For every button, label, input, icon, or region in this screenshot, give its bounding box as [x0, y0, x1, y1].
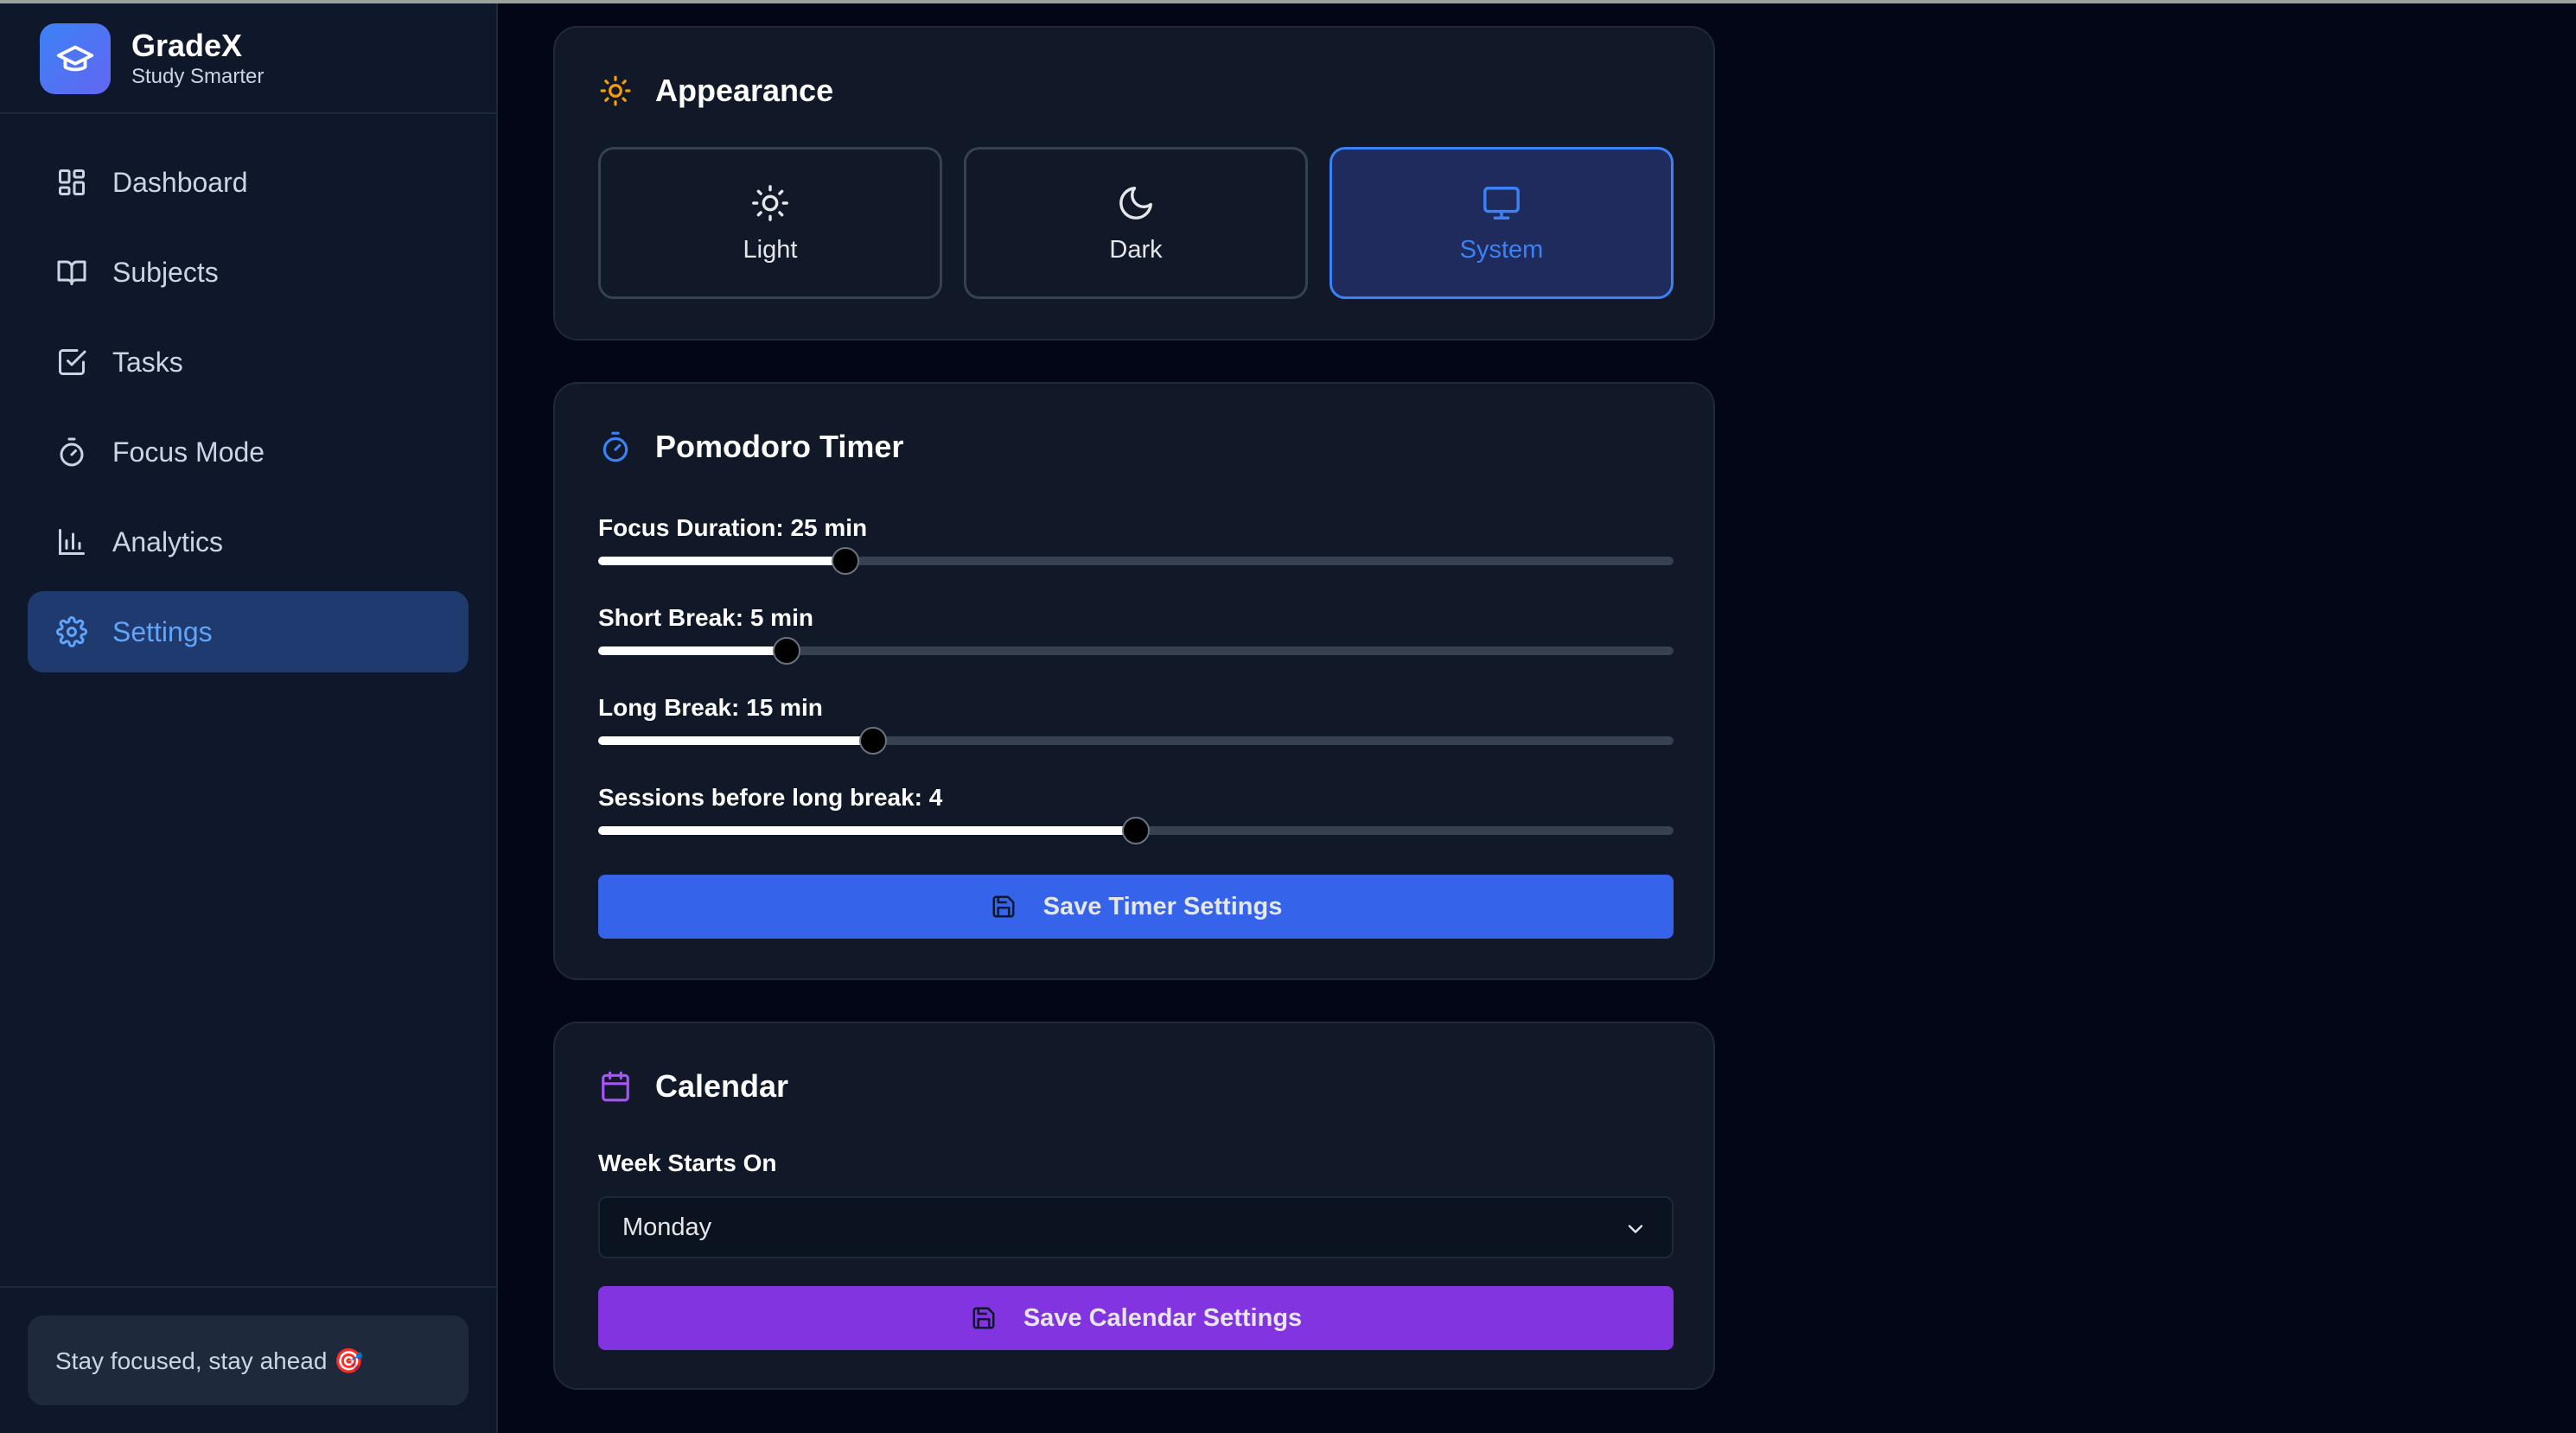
- appearance-card: Appearance Light Dark System: [553, 26, 1715, 341]
- sidebar-item-label: Subjects: [112, 256, 219, 288]
- calendar-card: Calendar Week Starts On Monday Save Cale…: [553, 1022, 1715, 1390]
- theme-label: Dark: [1109, 235, 1163, 264]
- save-icon: [970, 1304, 998, 1332]
- slider-thumb[interactable]: [772, 637, 800, 665]
- sidebar-item-label: Analytics: [112, 525, 224, 557]
- long-break-slider[interactable]: [598, 727, 1674, 755]
- graduation-cap-icon: [40, 23, 111, 94]
- sidebar-item-label: Dashboard: [112, 166, 248, 198]
- slider-thumb[interactable]: [859, 727, 888, 755]
- theme-light-button[interactable]: Light: [598, 147, 942, 299]
- card-title: Pomodoro Timer: [655, 429, 904, 464]
- theme-system-button[interactable]: System: [1329, 147, 1674, 299]
- button-label: Save Timer Settings: [1043, 892, 1283, 920]
- sidebar-nav: Dashboard Subjects Tasks Focus Mode Anal…: [28, 142, 469, 681]
- sessions-slider[interactable]: [598, 817, 1674, 844]
- slider-thumb[interactable]: [1122, 817, 1150, 844]
- sidebar: GradeX Study Smarter Dashboard Subjects: [0, 3, 498, 1433]
- sidebar-item-label: Focus Mode: [112, 436, 265, 468]
- card-title: Appearance: [655, 73, 834, 108]
- divider: [0, 112, 496, 114]
- app-name: GradeX: [131, 28, 243, 63]
- moon-icon: [1115, 182, 1157, 224]
- slider-fill: [598, 646, 787, 655]
- sessions-slider-group: Sessions before long break: 4: [598, 783, 1674, 844]
- book-icon: [55, 256, 88, 289]
- pomodoro-card: Pomodoro Timer Focus Duration: 25 min Sh…: [553, 382, 1715, 980]
- theme-dark-button[interactable]: Dark: [964, 147, 1308, 299]
- chevron-down-icon: [1628, 1225, 1643, 1233]
- slider-thumb[interactable]: [832, 547, 860, 575]
- week-starts-label: Week Starts On: [598, 1150, 777, 1176]
- slider-label: Short Break: 5 min: [598, 604, 813, 631]
- focus-duration-slider-group: Focus Duration: 25 min: [598, 513, 1674, 575]
- slider-label: Focus Duration: 25 min: [598, 514, 868, 541]
- gear-icon: [55, 615, 88, 648]
- sidebar-item-tasks[interactable]: Tasks: [28, 322, 469, 403]
- card-title: Calendar: [655, 1068, 789, 1104]
- brand[interactable]: GradeX Study Smarter: [40, 22, 264, 95]
- short-break-slider-group: Short Break: 5 min: [598, 603, 1674, 665]
- week-start-select[interactable]: Monday: [598, 1196, 1674, 1258]
- timer-icon: [55, 436, 88, 468]
- checkbox-icon: [55, 346, 88, 379]
- sun-icon: [598, 73, 633, 108]
- timer-icon: [598, 430, 633, 464]
- sidebar-item-dashboard[interactable]: Dashboard: [28, 142, 469, 223]
- slider-fill: [598, 826, 1136, 835]
- sidebar-item-label: Settings: [112, 615, 213, 647]
- select-value: Monday: [622, 1213, 712, 1241]
- slider-label: Sessions before long break: 4: [598, 784, 943, 811]
- button-label: Save Calendar Settings: [1023, 1303, 1303, 1332]
- slider-label: Long Break: 15 min: [598, 694, 823, 721]
- bar-chart-icon: [55, 525, 88, 558]
- sidebar-item-subjects[interactable]: Subjects: [28, 232, 469, 313]
- app-tagline: Study Smarter: [131, 65, 265, 88]
- long-break-slider-group: Long Break: 15 min: [598, 693, 1674, 755]
- slider-fill: [598, 557, 846, 565]
- monitor-icon: [1481, 182, 1522, 224]
- sidebar-item-label: Tasks: [112, 346, 183, 378]
- dashboard-icon: [55, 166, 88, 199]
- divider: [0, 1286, 496, 1288]
- sidebar-item-analytics[interactable]: Analytics: [28, 501, 469, 583]
- short-break-slider[interactable]: [598, 637, 1674, 665]
- save-timer-settings-button[interactable]: Save Timer Settings: [598, 875, 1674, 939]
- focus-duration-slider[interactable]: [598, 547, 1674, 575]
- save-icon: [990, 893, 1017, 920]
- sidebar-item-focus-mode[interactable]: Focus Mode: [28, 411, 469, 493]
- save-calendar-settings-button[interactable]: Save Calendar Settings: [598, 1286, 1674, 1350]
- sun-icon: [749, 182, 791, 224]
- theme-label: System: [1459, 235, 1544, 264]
- theme-label: Light: [743, 235, 798, 264]
- calendar-icon: [598, 1069, 633, 1104]
- motivation-message: Stay focused, stay ahead 🎯: [28, 1315, 469, 1405]
- slider-fill: [598, 736, 874, 745]
- sidebar-item-settings[interactable]: Settings: [28, 591, 469, 672]
